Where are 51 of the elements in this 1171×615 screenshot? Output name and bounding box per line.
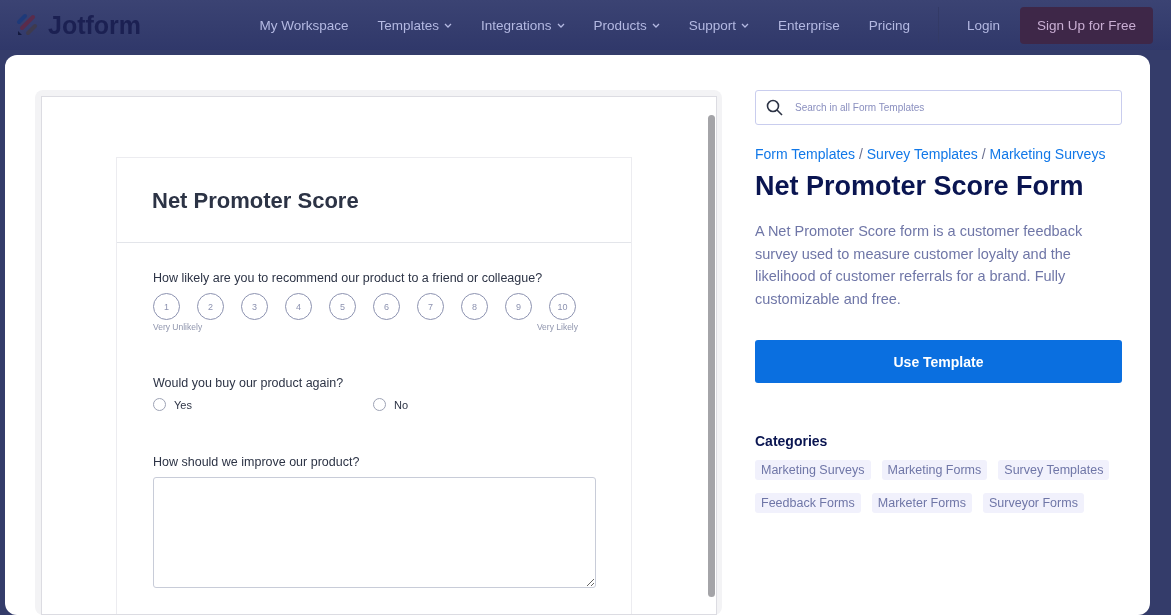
rating-option[interactable]: 1	[153, 293, 180, 320]
breadcrumb-separator: /	[859, 146, 863, 162]
rating-option[interactable]: 5	[329, 293, 356, 320]
rating-option[interactable]: 9	[505, 293, 532, 320]
nav-link[interactable]: Products	[593, 17, 660, 33]
use-template-button[interactable]: Use Template	[755, 340, 1122, 383]
rating-option[interactable]: 2	[197, 293, 224, 320]
rating-option[interactable]: 6	[373, 293, 400, 320]
nav-link[interactable]: Pricing	[868, 17, 910, 33]
radio-label: No	[394, 398, 409, 411]
caret-icon	[741, 22, 750, 28]
scrollbar-thumb[interactable]	[708, 115, 715, 597]
scale-low-label: Very Unlikely	[153, 322, 203, 332]
form-title: Net Promoter Score	[117, 158, 631, 243]
template-title: Net Promoter Score Form	[755, 171, 1085, 202]
rating-option[interactable]: 4	[285, 293, 312, 320]
rating-option[interactable]: 7	[417, 293, 444, 320]
radio-label: Yes	[174, 398, 192, 411]
caret-icon	[651, 22, 660, 28]
search-field[interactable]: Search in all Form Templates	[755, 90, 1122, 125]
category-tag[interactable]: Marketing Surveys	[755, 460, 871, 480]
rating-option[interactable]: 8	[461, 293, 488, 320]
categories-heading: Categories	[755, 433, 829, 449]
signup-button[interactable]: Sign Up for Free	[1019, 6, 1153, 44]
rating-option[interactable]: 10	[549, 293, 576, 320]
breadcrumb-link[interactable]: Marketing Surveys	[989, 146, 1106, 162]
template-description: A Net Promoter Score form is a customer feedback survey used to measure customer loyalty and the likelihood of customer referrals for a brand. Fully customizable and free.	[755, 222, 1084, 309]
nav-link[interactable]: Support	[688, 17, 750, 33]
category-tag[interactable]: Marketer Forms	[871, 493, 972, 513]
nav-link[interactable]: My Workspace	[259, 17, 349, 33]
question-label: How likely are you to recommend our product to a friend or colleague?	[153, 271, 544, 285]
scale-high-label: Very Likely	[536, 322, 578, 332]
login-link[interactable]: Login	[966, 17, 1000, 33]
search-icon	[766, 99, 783, 116]
caret-icon	[556, 22, 565, 28]
category-tag[interactable]: Feedback Forms	[755, 493, 861, 513]
breadcrumb-link[interactable]: Survey Templates	[866, 146, 978, 162]
caret-icon	[444, 22, 452, 28]
category-tag[interactable]: Survey Templates	[998, 460, 1110, 480]
question-label: How should we improve our product?	[153, 455, 361, 469]
nav-link[interactable]: Integrations	[481, 17, 565, 33]
logo-icon	[16, 13, 40, 37]
category-tag[interactable]: Surveyor Forms	[983, 493, 1084, 513]
breadcrumb-link[interactable]: Form Templates	[755, 146, 856, 162]
nav-link[interactable]: Templates	[377, 17, 452, 33]
question-label: Would you buy our product again?	[153, 376, 345, 390]
category-tag[interactable]: Marketing Forms	[881, 460, 988, 480]
rating-option[interactable]: 3	[241, 293, 268, 320]
nav-link[interactable]: Enterprise	[778, 17, 840, 33]
answer-box[interactable]	[153, 477, 596, 588]
breadcrumb-separator: /	[981, 146, 986, 162]
